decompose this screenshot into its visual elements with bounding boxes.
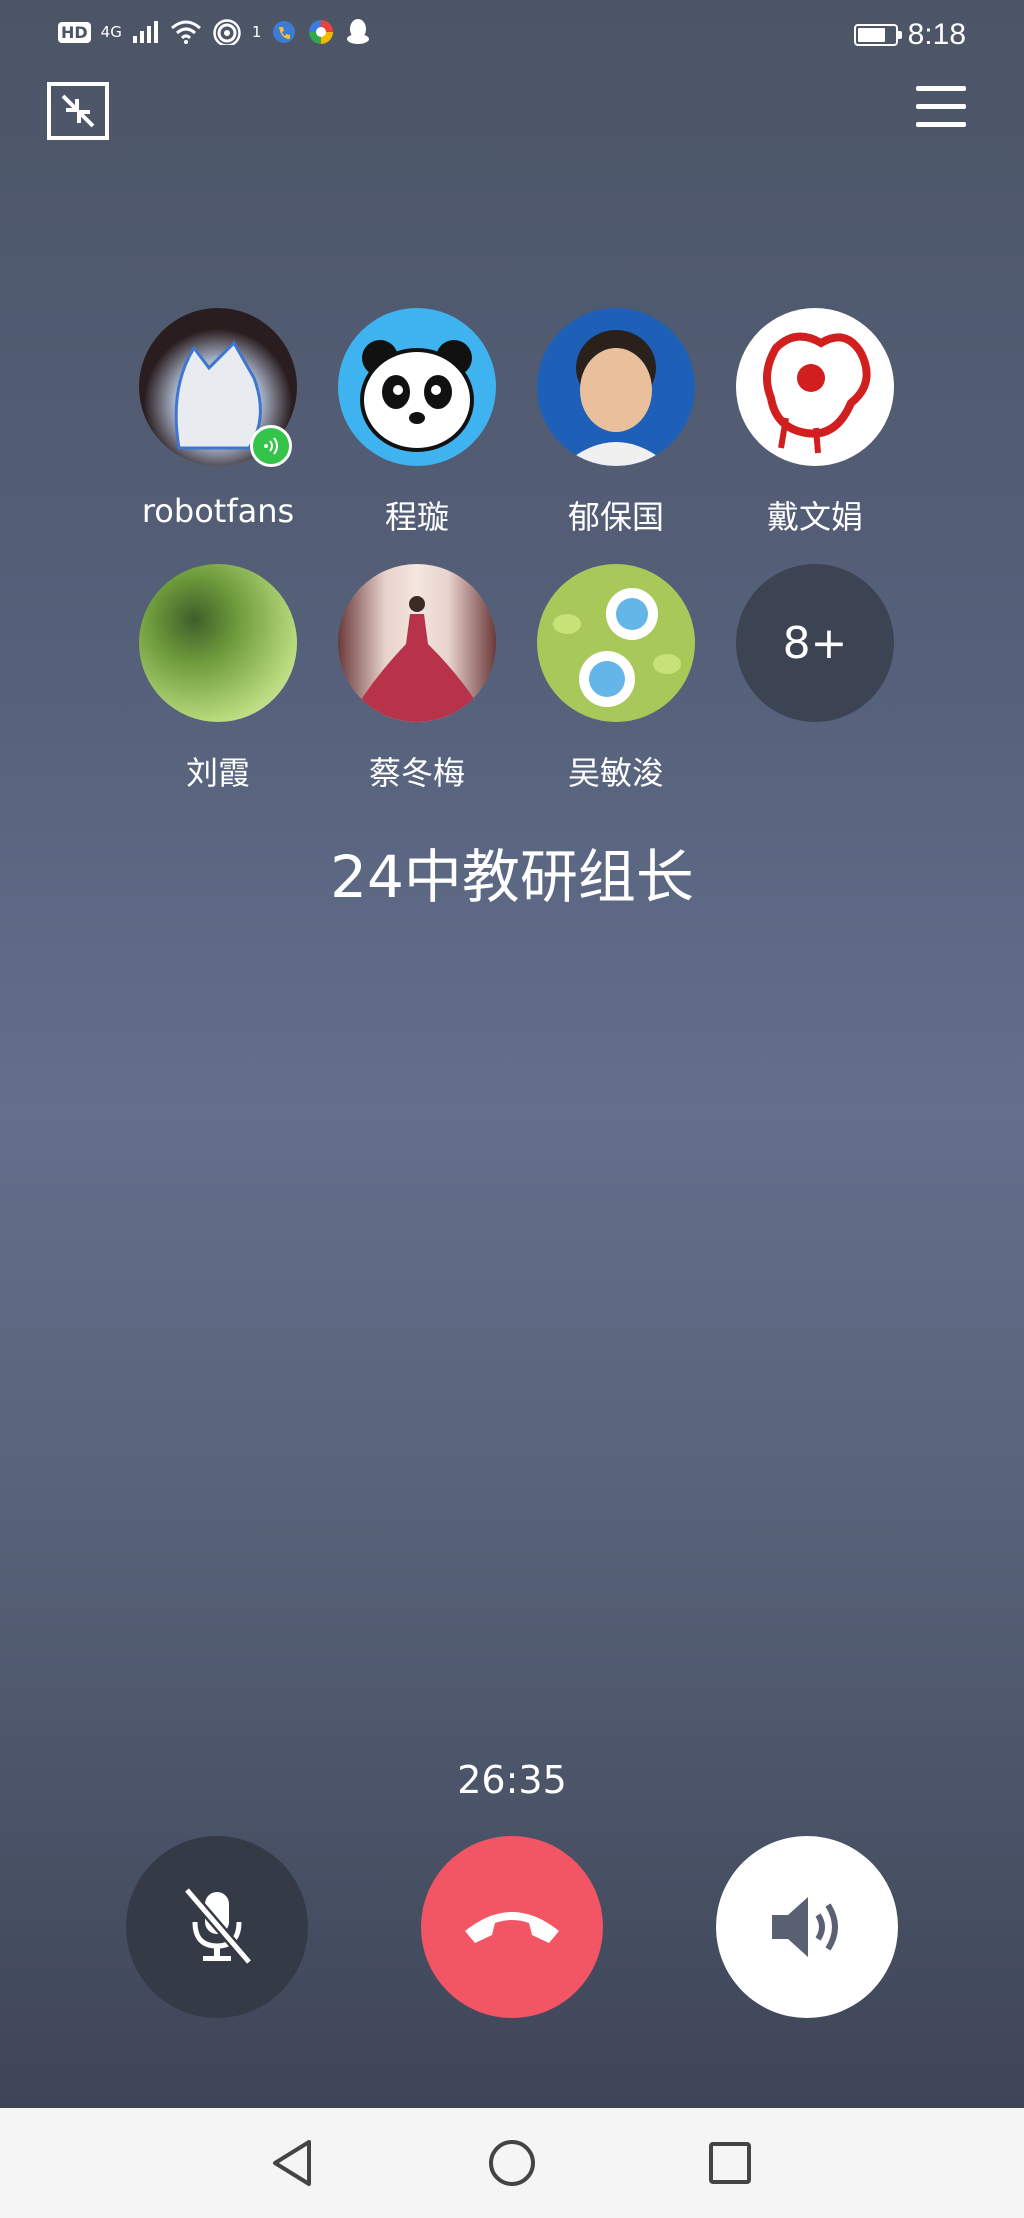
hotspot-count: 1: [251, 23, 262, 41]
status-icons-left: HD 4G 1: [58, 18, 371, 46]
minimize-window-icon: [61, 94, 95, 128]
panda-image: [360, 340, 474, 452]
battery-level: [857, 28, 885, 42]
status-bar: HD 4G 1 8:18: [0, 0, 1024, 80]
avatar: [537, 564, 695, 722]
participant-wuminjun[interactable]: 吴敏浚: [531, 564, 701, 794]
home-button[interactable]: [482, 2133, 542, 2193]
battery-icon: [853, 24, 902, 46]
hang-up-button[interactable]: [421, 1836, 603, 2018]
group-name: 24中教研组长: [330, 843, 694, 911]
avatar: [139, 564, 297, 722]
more-participants[interactable]: 8+: [730, 564, 900, 722]
participant-caidongmei[interactable]: 蔡冬梅: [332, 564, 502, 794]
hotspot-icon: [213, 19, 241, 45]
hang-up-phone-icon: [465, 1912, 559, 1943]
participant-name: 戴文娟: [766, 498, 863, 536]
call-duration: 26:35: [457, 1758, 567, 1802]
participant-liuxia[interactable]: 刘霞: [133, 564, 303, 794]
hamburger-menu-icon: [916, 86, 966, 127]
participant-daiwenjuan[interactable]: 戴文娟: [730, 308, 900, 538]
qq-penguin-icon: [347, 19, 370, 44]
phone-app-icon: [273, 21, 296, 43]
avatar: [537, 308, 695, 466]
child-photo-image: [562, 330, 670, 466]
participant-robotfans[interactable]: robotfans: [133, 308, 303, 530]
microphone-muted-icon: [183, 1886, 253, 1966]
menu-button[interactable]: [916, 86, 966, 132]
participant-name: 郁保国: [567, 498, 664, 536]
network-type: 4G: [100, 23, 122, 41]
paper-cut-rooster-image: [763, 332, 871, 454]
participant-name: 刘霞: [185, 754, 250, 792]
participant-yubaoguo[interactable]: 郁保国: [531, 308, 701, 538]
status-icons-right: 8:18: [853, 18, 966, 52]
system-navigation-bar: [0, 2108, 1024, 2218]
home-circle-icon: [489, 2140, 535, 2186]
wifi-icon: [170, 20, 201, 44]
participant-name: robotfans: [141, 492, 295, 530]
more-participants-count: 8+: [736, 564, 894, 722]
participant-name: 蔡冬梅: [368, 754, 465, 792]
minimize-button[interactable]: [47, 82, 109, 140]
participant-name: 程璇: [384, 498, 449, 536]
sound-wave-icon: [264, 437, 278, 455]
candy-image: [553, 588, 681, 707]
recents-square-icon: [709, 2142, 751, 2184]
avatar: [338, 564, 496, 722]
signal-icon: [132, 21, 158, 43]
speaking-indicator: [250, 425, 292, 467]
hd-badge: HD: [58, 21, 91, 43]
participant-chengxuan[interactable]: 程璇: [332, 308, 502, 538]
participant-name: 吴敏浚: [567, 754, 664, 792]
browser-app-icon: [309, 20, 334, 44]
avatar: [338, 308, 496, 466]
status-time: 8:18: [907, 18, 966, 51]
back-button[interactable]: [262, 2133, 322, 2193]
avatar: [736, 308, 894, 466]
back-triangle-icon: [273, 2140, 311, 2186]
speaker-volume-icon: [772, 1897, 838, 1957]
recents-button[interactable]: [700, 2133, 760, 2193]
speaker-button[interactable]: [716, 1836, 898, 2018]
red-dress-image: [348, 596, 488, 722]
mute-button[interactable]: [126, 1836, 308, 2018]
